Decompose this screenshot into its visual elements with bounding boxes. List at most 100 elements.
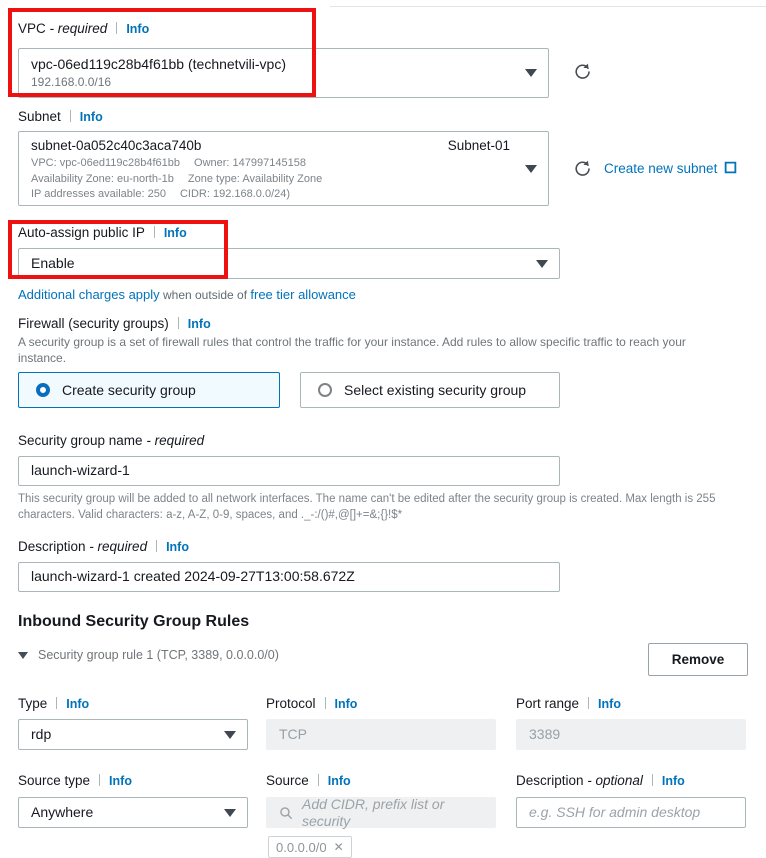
rule-description-label-row: Description - optional Info [516, 772, 685, 790]
security-group-rule-summary: Security group rule 1 (TCP, 3389, 0.0.0.… [38, 648, 279, 662]
subnet-meta-line-2: Availability Zone: eu-north-1b Zone type:… [31, 172, 536, 187]
description-required-text: - required [89, 539, 148, 554]
vpc-info-link[interactable]: Info [126, 21, 149, 38]
security-group-name-help-text: This security group will be added to all… [18, 493, 716, 521]
label-divider [156, 540, 158, 552]
security-group-name-value: launch-wizard-1 [31, 462, 130, 478]
chevron-down-icon [18, 651, 28, 659]
subnet-label: Subnet [18, 109, 61, 124]
subnet-primary-row: subnet-0a052c40c3aca740b Subnet-01 [31, 137, 536, 155]
firewall-label-row: Firewall (security groups) Info [18, 315, 211, 333]
type-select[interactable]: rdp [18, 719, 248, 750]
type-info-link[interactable]: Info [66, 696, 89, 713]
description-info-link[interactable]: Info [166, 539, 189, 556]
security-group-name-label-row: Security group name - required [18, 432, 204, 449]
auto-assign-ip-info-link[interactable]: Info [164, 225, 187, 242]
type-label-row: Type Info [18, 695, 89, 713]
source-type-value: Anywhere [31, 804, 94, 820]
firewall-label: Firewall (security groups) [18, 316, 169, 331]
vpc-refresh-icon[interactable] [572, 62, 592, 82]
vpc-label-row: VPC - required Info [18, 20, 149, 38]
subnet-select[interactable]: subnet-0a052c40c3aca740b Subnet-01 VPC: … [18, 131, 549, 206]
label-divider [153, 226, 155, 238]
label-divider [99, 774, 101, 786]
firewall-description: A security group is a set of firewall ru… [18, 335, 686, 365]
close-icon[interactable]: ✕ [334, 840, 344, 854]
source-type-info-link[interactable]: Info [109, 773, 132, 790]
auto-assign-ip-value: Enable [31, 255, 75, 271]
protocol-input: TCP [266, 719, 496, 750]
additional-charges-link[interactable]: Additional charges apply [18, 287, 160, 302]
chevron-down-icon [224, 808, 236, 817]
source-type-select[interactable]: Anywhere [18, 797, 248, 828]
remove-rule-button[interactable]: Remove [648, 643, 748, 676]
label-divider [588, 697, 590, 709]
description-label-row: Description - required Info [18, 538, 189, 556]
source-input[interactable]: Add CIDR, prefix list or security [266, 796, 496, 829]
description-label: Description [18, 539, 86, 554]
security-group-name-label: Security group name [18, 433, 143, 448]
type-label: Type [18, 696, 48, 711]
vpc-label: VPC [18, 21, 46, 36]
top-divider [330, 6, 766, 7]
firewall-info-link[interactable]: Info [188, 316, 211, 333]
port-range-info-link[interactable]: Info [598, 696, 621, 713]
search-icon [280, 806, 292, 819]
protocol-label: Protocol [266, 696, 316, 711]
rule-description-input[interactable]: e.g. SSH for admin desktop [516, 797, 746, 828]
inbound-rules-title: Inbound Security Group Rules [18, 613, 250, 630]
label-divider [324, 697, 326, 709]
radio-off-icon [318, 383, 332, 397]
subnet-meta-line-3: IP addresses available: 250 CIDR: 192.168… [31, 187, 536, 202]
radio-create-security-group[interactable]: Create security group [18, 372, 280, 408]
auto-assign-ip-select[interactable]: Enable [18, 248, 560, 279]
free-tier-allowance-link[interactable]: free tier allowance [250, 287, 356, 302]
label-divider [651, 774, 653, 786]
subnet-meta-az: Availability Zone: eu-north-1b [31, 172, 174, 185]
source-cidr-chip[interactable]: 0.0.0.0/0 ✕ [268, 836, 352, 858]
label-divider [69, 110, 71, 122]
port-range-label: Port range [516, 696, 580, 711]
port-range-value: 3389 [529, 726, 561, 742]
additional-charges-mid-text: when outside of [159, 288, 251, 302]
source-type-label: Source type [18, 773, 91, 788]
label-divider [317, 774, 319, 786]
vpc-select[interactable]: vpc-06ed119c28b4f61bb (technetvili-vpc) … [18, 48, 549, 98]
auto-assign-ip-label: Auto-assign public IP [18, 225, 145, 240]
protocol-info-link[interactable]: Info [335, 696, 358, 713]
security-group-name-required-text: - required [146, 433, 205, 448]
subnet-info-link[interactable]: Info [80, 109, 103, 126]
auto-assign-ip-label-row: Auto-assign public IP Info [18, 224, 187, 242]
subnet-selected-id: subnet-0a052c40c3aca740b [31, 138, 202, 153]
vpc-selected-id: vpc-06ed119c28b4f61bb (technetvili-vpc) [31, 56, 287, 72]
source-type-label-row: Source type Info [18, 772, 132, 790]
subnet-meta-vpc: VPC: vpc-06ed119c28b4f61bb [31, 157, 181, 169]
source-info-link[interactable]: Info [328, 773, 351, 790]
source-cidr-chip-label: 0.0.0.0/0 [276, 839, 327, 855]
source-label-row: Source Info [266, 772, 351, 790]
subnet-refresh-icon[interactable] [572, 159, 592, 179]
rule-description-optional-text: - optional [587, 773, 643, 788]
label-divider [177, 317, 179, 329]
security-group-rule-toggle[interactable]: Security group rule 1 (TCP, 3389, 0.0.0.… [18, 648, 279, 662]
chevron-down-icon [525, 69, 537, 77]
type-value: rdp [31, 726, 52, 742]
ec2-network-settings-panel: VPC - required Info vpc-06ed119c28b4f61b… [0, 0, 766, 858]
port-range-input: 3389 [516, 719, 746, 750]
subnet-meta-cidr: CIDR: 192.168.0.0/24) [179, 188, 291, 200]
subnet-meta-line-1: VPC: vpc-06ed119c28b4f61bb Owner: 1479971… [31, 156, 536, 171]
chevron-down-icon [224, 730, 236, 739]
rule-description-info-link[interactable]: Info [662, 773, 685, 790]
protocol-value: TCP [279, 726, 307, 742]
description-input[interactable]: launch-wizard-1 created 2024-09-27T13:00… [18, 562, 560, 592]
subnet-meta-zone-type: Zone type: Availability Zone [187, 172, 323, 185]
security-group-name-input[interactable]: launch-wizard-1 [18, 456, 560, 486]
radio-select-existing-security-group[interactable]: Select existing security group [300, 372, 560, 408]
protocol-label-row: Protocol Info [266, 695, 357, 713]
subnet-meta-owner: Owner: 147997145158 [194, 157, 306, 169]
create-new-subnet-link[interactable]: Create new subnet [604, 161, 737, 176]
label-divider [56, 697, 58, 709]
port-range-label-row: Port range Info [516, 695, 621, 713]
chevron-down-icon [525, 164, 537, 173]
rule-description-label: Description [516, 773, 584, 788]
